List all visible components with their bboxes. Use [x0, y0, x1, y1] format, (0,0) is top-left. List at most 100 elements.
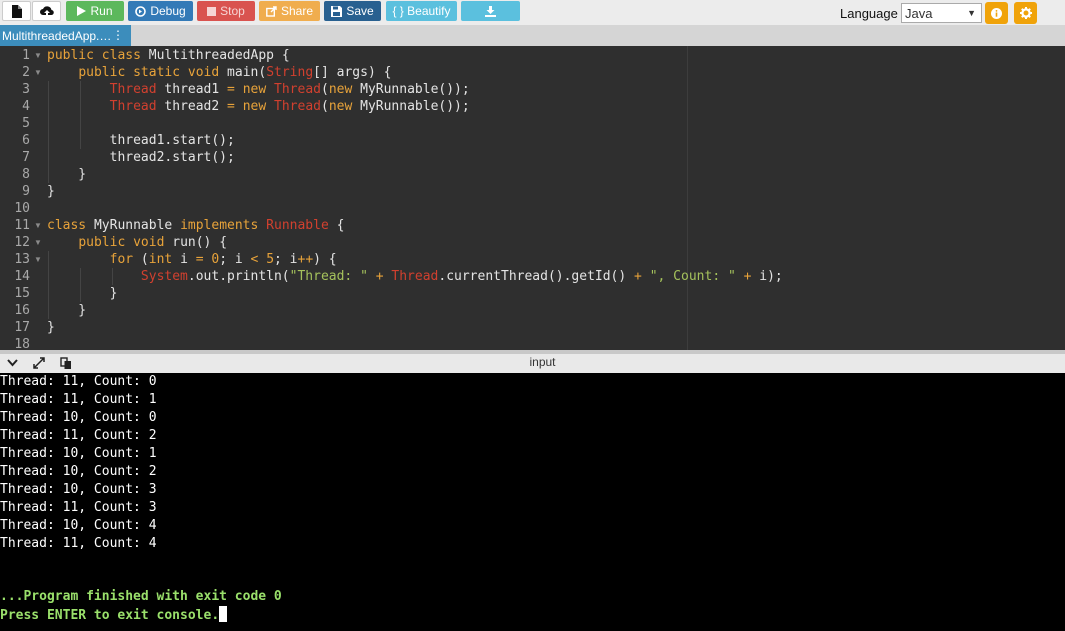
- code-token: ; i: [274, 252, 298, 267]
- language-select[interactable]: Java ▼: [901, 3, 982, 23]
- code-token: .currentThread().getId(): [438, 269, 635, 284]
- io-panel-title: input: [529, 355, 556, 369]
- info-icon: [991, 7, 1002, 19]
- debug-button[interactable]: Debug: [128, 1, 193, 21]
- code-line[interactable]: }: [47, 285, 118, 302]
- line-number-gutter: 1 2 3 4 5 6 7 8 9 10 11 12 13 14 15 16 1…: [0, 46, 43, 350]
- code-token: Thread: [274, 82, 321, 97]
- run-label: Run: [90, 4, 113, 18]
- code-token: Thread: [391, 269, 439, 284]
- console-line: Thread: 10, Count: 2: [0, 464, 157, 479]
- code-token: new: [328, 99, 353, 114]
- fold-arrow-icon[interactable]: ▼: [34, 47, 42, 64]
- code-line[interactable]: }: [47, 166, 86, 183]
- code-token: static: [133, 65, 181, 80]
- line-number: 10: [14, 201, 30, 216]
- info-button[interactable]: [985, 2, 1008, 24]
- console-line: Thread: 11, Count: 3: [0, 500, 157, 515]
- code-token: run() {: [164, 235, 228, 250]
- code-line[interactable]: }: [47, 302, 86, 319]
- debug-label: Debug: [150, 4, 186, 18]
- code-line[interactable]: public class MultithreadedApp {: [47, 47, 290, 64]
- code-token: "Thread: ": [289, 269, 368, 284]
- download-button[interactable]: [461, 1, 520, 21]
- upload-button[interactable]: [32, 1, 61, 21]
- code-token: MyRunnable());: [352, 99, 470, 114]
- code-token: thread2: [156, 99, 228, 114]
- toolbar: Run Debug Stop Share Save { } Beautify L…: [0, 0, 1065, 25]
- code-line[interactable]: }: [47, 319, 55, 336]
- share-icon: [266, 5, 277, 17]
- code-token: .out.println(: [187, 269, 290, 284]
- code-token: }: [47, 286, 118, 301]
- line-number: 7: [22, 150, 30, 165]
- code-line[interactable]: thread2.start();: [47, 149, 235, 166]
- run-button[interactable]: Run: [66, 1, 124, 21]
- play-icon: [77, 6, 87, 16]
- upload-icon: [39, 5, 54, 17]
- file-tab[interactable]: MultithreadedApp.java ⋮: [0, 25, 131, 46]
- code-token: (: [320, 82, 329, 97]
- share-button[interactable]: Share: [259, 1, 320, 21]
- line-number: 9: [22, 184, 30, 199]
- fold-arrow-icon[interactable]: ▼: [34, 234, 42, 251]
- fold-arrow-icon[interactable]: ▼: [34, 64, 42, 81]
- beautify-button[interactable]: { } Beautify: [386, 1, 457, 21]
- code-line[interactable]: Thread thread2 = new Thread(new MyRunnab…: [47, 98, 470, 115]
- code-token: =: [227, 99, 235, 114]
- console-output[interactable]: Thread: 11, Count: 0 Thread: 11, Count: …: [0, 373, 1065, 631]
- console-line: Thread: 10, Count: 0: [0, 410, 157, 425]
- line-number: 15: [14, 286, 30, 301]
- save-button[interactable]: Save: [324, 1, 381, 21]
- code-line[interactable]: System.out.println("Thread: " + Thread.c…: [47, 268, 783, 285]
- code-token: MyRunnable: [86, 218, 181, 233]
- fold-arrow-icon[interactable]: ▼: [34, 251, 42, 268]
- code-token: =: [227, 82, 235, 97]
- code-token: Thread: [109, 99, 157, 114]
- code-token: thread1.start();: [47, 133, 235, 148]
- code-line[interactable]: class MyRunnable implements Runnable {: [47, 217, 344, 234]
- code-line[interactable]: thread1.start();: [47, 132, 235, 149]
- console-line: Thread: 11, Count: 4: [0, 536, 157, 551]
- code-line[interactable]: public static void main(String[] args) {: [47, 64, 391, 81]
- code-token: thread1: [156, 82, 228, 97]
- code-token: String: [266, 65, 314, 80]
- code-token: +: [375, 269, 384, 284]
- code-token: Thread: [109, 82, 157, 97]
- code-line[interactable]: }: [47, 183, 55, 200]
- settings-button[interactable]: [1014, 2, 1037, 24]
- code-line[interactable]: for (int i = 0; i < 5; i++) {: [47, 251, 337, 268]
- line-number: 4: [22, 99, 30, 114]
- line-number: 6: [22, 133, 30, 148]
- code-line[interactable]: Thread thread1 = new Thread(new MyRunnab…: [47, 81, 470, 98]
- exit-prompt-text: Press ENTER to exit console.: [0, 608, 220, 623]
- stop-icon: [207, 6, 217, 16]
- save-label: Save: [346, 4, 374, 18]
- code-line[interactable]: public void run() {: [47, 234, 227, 251]
- stop-button[interactable]: Stop: [197, 1, 255, 21]
- exit-prompt-line: Press ENTER to exit console.: [0, 606, 228, 625]
- code-token: int: [148, 252, 173, 267]
- language-label: Language: [840, 6, 898, 21]
- share-label: Share: [280, 4, 314, 18]
- line-number: 8: [22, 167, 30, 182]
- print-margin: [687, 46, 688, 350]
- more-vertical-icon[interactable]: ⋮: [112, 28, 124, 42]
- exit-status-line: ...Program finished with exit code 0: [0, 589, 282, 604]
- code-editor[interactable]: 1 2 3 4 5 6 7 8 9 10 11 12 13 14 15 16 1…: [0, 46, 1065, 350]
- text-cursor: [219, 606, 228, 622]
- fold-arrow-icon[interactable]: ▼: [34, 217, 42, 234]
- code-token: ) {: [313, 252, 337, 267]
- new-file-button[interactable]: [2, 1, 31, 21]
- code-token: }: [47, 184, 55, 199]
